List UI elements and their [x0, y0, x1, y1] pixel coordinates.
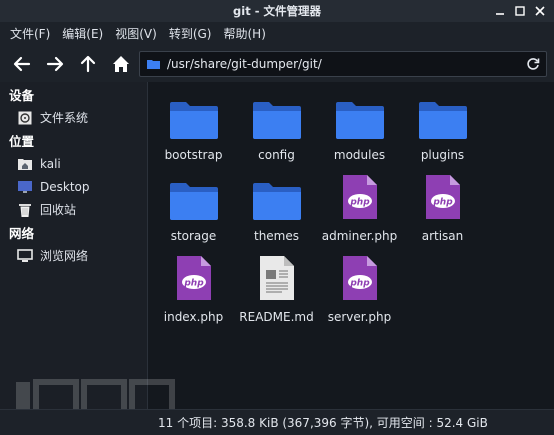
up-button[interactable] [74, 50, 102, 78]
file-item[interactable]: modules [318, 88, 401, 169]
folder-icon [251, 88, 303, 140]
file-name: index.php [163, 310, 224, 324]
location-path[interactable]: /usr/share/git-dumper/git/ [167, 57, 322, 71]
sidebar-item-filesystem[interactable]: 文件系统 [0, 106, 147, 129]
drive-icon [17, 110, 33, 126]
location-bar[interactable]: /usr/share/git-dumper/git/ [139, 51, 547, 77]
arrow-left-icon [13, 56, 31, 72]
file-item[interactable]: README.md [235, 250, 318, 331]
file-item[interactable]: php index.php [152, 250, 235, 331]
reload-icon[interactable] [526, 57, 540, 71]
file-item[interactable]: php adminer.php [318, 169, 401, 250]
file-item[interactable]: bootstrap [152, 88, 235, 169]
file-item[interactable]: config [235, 88, 318, 169]
php-file-icon: php [417, 169, 469, 221]
minimize-icon [496, 13, 504, 15]
folder-icon [168, 88, 220, 140]
sidebar-item-desktop[interactable]: Desktop [0, 175, 147, 198]
title-bar: git - 文件管理器 [0, 0, 554, 22]
sidebar-item-label: 文件系统 [40, 111, 89, 125]
sidebar-item-trash[interactable]: 回收站 [0, 198, 147, 221]
text-file-icon [251, 250, 303, 302]
file-name: storage [170, 229, 217, 243]
folder-icon [334, 88, 386, 140]
php-file-icon: php [334, 169, 386, 221]
status-text: 11 个项目: 358.8 KiB (367,396 字节), 可用空间 : 5… [158, 416, 488, 430]
file-name: adminer.php [321, 229, 398, 243]
svg-text:php: php [432, 198, 453, 208]
folder-icon [147, 60, 160, 69]
menu-view[interactable]: 视图(V) [109, 22, 163, 46]
menu-edit[interactable]: 编辑(E) [56, 22, 109, 46]
file-view: bootstrap config modules plugins storage them… [148, 82, 554, 409]
file-name: plugins [420, 148, 465, 162]
folder-icon [251, 169, 303, 221]
php-file-icon: php [334, 250, 386, 302]
menu-help[interactable]: 帮助(H) [217, 22, 271, 46]
folder-icon [168, 169, 220, 221]
forward-button[interactable] [41, 50, 69, 78]
file-name: themes [253, 229, 300, 243]
sidebar-item-label: 浏览网络 [40, 249, 89, 263]
sidebar: 设备 文件系统 位置 kali Desktop 回收站 网络 浏览网络 [0, 82, 148, 409]
trash-icon [17, 202, 33, 218]
file-name: config [258, 148, 295, 162]
sidebar-section-network: 网络 [9, 226, 35, 241]
home-button[interactable] [107, 50, 135, 78]
file-item[interactable]: php server.php [318, 250, 401, 331]
svg-text:php: php [349, 279, 370, 289]
svg-text:php: php [183, 279, 204, 289]
maximize-button[interactable] [512, 3, 528, 19]
window-title: git - 文件管理器 [233, 4, 321, 18]
minimize-button[interactable] [492, 3, 508, 19]
sidebar-item-label: kali [40, 156, 61, 171]
home-folder-icon [17, 156, 33, 172]
menu-bar: 文件(F) 编辑(E) 视图(V) 转到(G) 帮助(H) [0, 22, 554, 46]
file-name: server.php [327, 310, 392, 324]
php-file-icon: php [168, 250, 220, 302]
close-icon [535, 6, 545, 16]
file-name: artisan [421, 229, 464, 243]
status-bar: 11 个项目: 358.8 KiB (367,396 字节), 可用空间 : 5… [0, 409, 554, 435]
file-grid: bootstrap config modules plugins storage them… [152, 88, 484, 331]
sidebar-item-kali[interactable]: kali [0, 152, 147, 175]
file-item[interactable]: storage [152, 169, 235, 250]
sidebar-item-label: 回收站 [40, 203, 77, 217]
arrow-up-icon [80, 55, 96, 73]
arrow-right-icon [46, 56, 64, 72]
file-name: bootstrap [164, 148, 223, 162]
toolbar: /usr/share/git-dumper/git/ [0, 46, 554, 82]
close-button[interactable] [532, 3, 548, 19]
network-icon [17, 248, 33, 264]
file-item[interactable]: plugins [401, 88, 484, 169]
menu-go[interactable]: 转到(G) [163, 22, 218, 46]
folder-icon [417, 88, 469, 140]
sidebar-item-label: Desktop [40, 179, 90, 194]
menu-file[interactable]: 文件(F) [4, 22, 56, 46]
back-button[interactable] [8, 50, 36, 78]
file-name: modules [333, 148, 386, 162]
maximize-icon [515, 6, 525, 16]
file-item[interactable]: php artisan [401, 169, 484, 250]
file-item[interactable]: themes [235, 169, 318, 250]
svg-text:php: php [349, 198, 370, 208]
sidebar-section-devices: 设备 [9, 88, 35, 103]
file-name: README.md [239, 310, 314, 324]
sidebar-section-places: 位置 [9, 134, 35, 149]
sidebar-item-browse-network[interactable]: 浏览网络 [0, 244, 147, 267]
home-icon [113, 56, 129, 72]
desktop-icon [17, 179, 33, 195]
